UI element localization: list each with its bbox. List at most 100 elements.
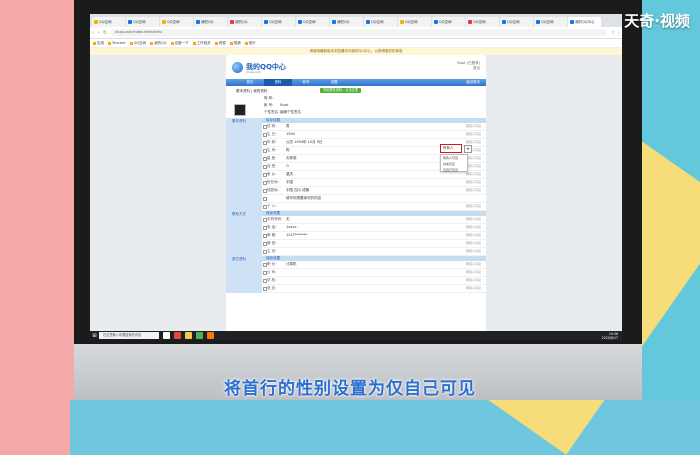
browser-tab[interactable]: QQ空间 [466, 17, 499, 27]
field-label: 邮 箱： [267, 233, 279, 237]
field-row: 性 别： 男 所有人可见 [262, 123, 486, 131]
browser-tab[interactable]: QQ空间 [296, 17, 329, 27]
logout-link[interactable]: 退出 [457, 66, 480, 71]
tab-favicon-icon [570, 20, 574, 24]
bookmark-item[interactable]: 工作相关 [192, 41, 211, 46]
bookmark-item[interactable]: 视频 [229, 40, 241, 46]
field-row: 公 司： 所有人可见 [262, 269, 486, 277]
browser-tab[interactable]: QQ空间 [160, 17, 193, 27]
field-visibility[interactable]: 所有人可见 [466, 286, 481, 290]
tab-label: 我的QQ [337, 19, 350, 24]
nav-profile[interactable]: 资料 [264, 79, 292, 86]
bookmark-item[interactable]: QQ空间 [129, 41, 146, 46]
browser-tab[interactable]: QQ空间 [432, 17, 465, 27]
field-visibility[interactable]: 所有人可见 [466, 132, 481, 136]
nav-return-home[interactable]: 返回首页 [466, 79, 480, 86]
taskbar-search-input[interactable]: 在这里输入你要搜索的内容 [99, 332, 159, 339]
taskbar-app-icon[interactable] [207, 332, 214, 339]
field-visibility[interactable]: 所有人可见 [466, 164, 481, 168]
taskbar-app-icon[interactable] [185, 332, 192, 339]
field-visibility[interactable]: 所有人可见 [466, 156, 481, 160]
windows-start-icon[interactable]: ⊞ [90, 331, 99, 340]
field-visibility[interactable]: 所有人可见 [466, 140, 481, 144]
chevron-down-icon[interactable]: ▾ [464, 145, 472, 153]
browser-tab[interactable]: 我的QQ中心 [568, 17, 601, 27]
bookmark-label: Tencent [112, 41, 126, 45]
browser-tab[interactable]: 我的QQ [228, 17, 261, 27]
field-value[interactable]: 1xxxx [286, 225, 297, 229]
reload-icon[interactable]: ↻ [102, 30, 108, 36]
field-value[interactable]: 狗 [286, 148, 290, 153]
field-label: 手机号码： [267, 217, 285, 221]
field-visibility[interactable]: 所有人可见 [466, 225, 481, 229]
bookmark-item[interactable]: 应用 [93, 41, 104, 46]
browser-tab[interactable]: 我的QQ [330, 17, 363, 27]
avatar[interactable] [234, 104, 246, 116]
taskbar-app-icon[interactable] [174, 332, 181, 339]
field-visibility[interactable]: 所有人可见 [466, 241, 481, 245]
field-label: 所在地： [267, 180, 281, 184]
field-visibility[interactable]: 所有人可见 [466, 180, 481, 184]
url-input[interactable]: id.qq.com/index.html#info [111, 29, 607, 36]
field-visibility[interactable]: 所有人可见 [466, 124, 481, 128]
nav-home[interactable]: 首页 [236, 79, 264, 86]
browser-tab[interactable]: QQ空间 [92, 17, 125, 27]
bookmark-item[interactable]: Tencent [108, 41, 126, 45]
nav-settings[interactable]: 设置 [320, 79, 348, 86]
folder-icon [93, 41, 96, 45]
bookmark-label: 视频 [233, 40, 241, 45]
field-value[interactable]: 公历 1994年 10月 9日 [286, 140, 322, 145]
field-label: 生 肖： [267, 148, 279, 152]
section-label: 联系方式 [226, 211, 262, 256]
field-visibility[interactable]: 所有人可见 [466, 249, 481, 253]
field-value[interactable]: 计算机 [286, 262, 297, 267]
field-visibility[interactable]: 所有人可见 [466, 204, 481, 208]
field-value[interactable]: 无 [286, 217, 290, 222]
field-visibility[interactable]: 所有人可见 [466, 270, 481, 274]
field-value[interactable]: 中国 [286, 180, 293, 185]
field-visibility[interactable]: 所有人可见 [466, 233, 481, 237]
field-visibility[interactable]: 所有人可见 [466, 172, 481, 176]
field-value[interactable]: 重庆 [286, 172, 293, 177]
qq-center-content: 我的QQ中心 id.qq.com Nupt (已登录) 退出 首页 资料 帐号 … [226, 55, 486, 331]
field-row: 生 日： 1994 所有人可见 [262, 131, 486, 139]
field-value[interactable]: 男 [286, 124, 290, 129]
qq-logo-icon [232, 61, 243, 73]
nav-account[interactable]: 帐号 [292, 79, 320, 86]
taskbar-app-icon[interactable] [196, 332, 203, 339]
field-visibility[interactable]: 所有人可见 [466, 262, 481, 266]
field-visibility[interactable]: 所有人可见 [466, 278, 481, 282]
menu-icon[interactable]: ⋮ [616, 30, 622, 36]
field-value[interactable]: O [286, 164, 289, 168]
field-visibility[interactable]: 所有人可见 [466, 188, 481, 192]
field-checkbox[interactable] [263, 197, 267, 201]
bookmark-item[interactable]: 音乐 [244, 41, 256, 46]
field-visibility[interactable]: 所有人可见 [466, 217, 481, 221]
browser-tab[interactable]: QQ空间 [534, 17, 567, 27]
account-value: Nupt [280, 103, 289, 107]
field-value[interactable]: 1247******* [286, 233, 307, 237]
browser-tab[interactable]: 我的QQ [194, 17, 227, 27]
field-value[interactable]: 天秤座 [286, 156, 297, 161]
gender-visibility-select[interactable]: 所有人 [440, 144, 462, 153]
browser-tab[interactable]: QQ空间 [126, 17, 159, 27]
taskbar-app-icon[interactable] [163, 332, 170, 339]
bookmark-item[interactable]: 我的QQ [150, 41, 167, 46]
bookmark-item[interactable]: 资源 [214, 41, 226, 46]
browser-tab[interactable]: QQ空间 [262, 17, 295, 27]
field-label: 星 座： [267, 156, 279, 160]
field-value[interactable]: 中国 四川 成都 [286, 188, 309, 193]
field-value[interactable]: 1994 [286, 132, 295, 136]
browser-tab[interactable]: QQ空间 [398, 17, 431, 27]
dropdown-option[interactable]: 仅自己可见 [441, 167, 467, 173]
complete-profile-button[interactable]: 完善更多资料，点击这里 [320, 88, 362, 93]
field-row: 手机号码：无 所有人可见 [262, 216, 486, 224]
folder-icon [170, 41, 174, 45]
browser-tab[interactable]: QQ空间 [364, 17, 397, 27]
sign-value[interactable]: 编辑个性签名 [280, 110, 301, 115]
browser-tab[interactable]: QQ空间 [500, 17, 533, 27]
field-label: 家 乡： [267, 172, 279, 176]
bookmark-item[interactable]: 百度一下 [170, 41, 189, 46]
folder-icon [229, 41, 233, 45]
field-value[interactable]: 填写你想要填写的内容 [286, 196, 321, 201]
